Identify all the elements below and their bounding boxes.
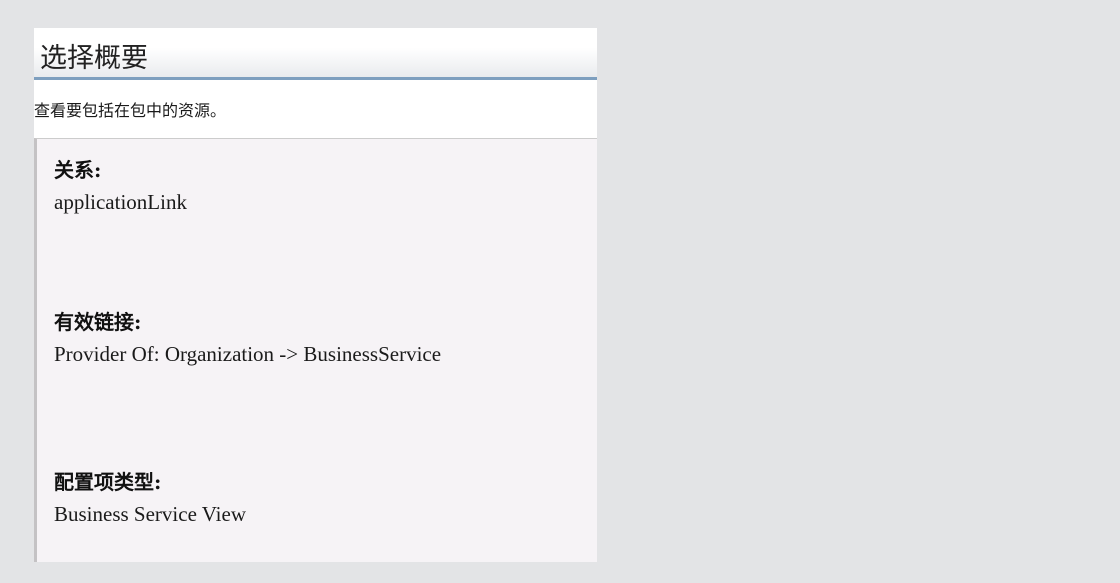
selection-summary-panel: 选择概要 查看要包括在包中的资源。 关系: applicationLink 有效… xyxy=(34,28,597,562)
relationship-label: 关系: xyxy=(54,158,102,182)
relationship-section: 关系: applicationLink xyxy=(54,155,187,219)
ci-type-section: 配置项类型: Business Service View xyxy=(54,467,246,531)
panel-header: 选择概要 xyxy=(34,28,597,80)
relationship-value: applicationLink xyxy=(54,190,187,214)
panel-description: 查看要包括在包中的资源。 xyxy=(34,101,227,120)
valid-links-label: 有效链接: xyxy=(54,310,142,334)
valid-links-value: Provider Of: Organization -> BusinessSer… xyxy=(54,342,442,366)
summary-content-box[interactable]: 关系: applicationLink 有效链接: Provider Of: O… xyxy=(34,138,597,562)
valid-links-section: 有效链接: Provider Of: Organization -> Busin… xyxy=(54,307,441,371)
ci-type-label: 配置项类型: xyxy=(54,470,162,494)
panel-title: 选择概要 xyxy=(40,43,148,74)
ci-type-value: Business Service View xyxy=(54,502,246,526)
